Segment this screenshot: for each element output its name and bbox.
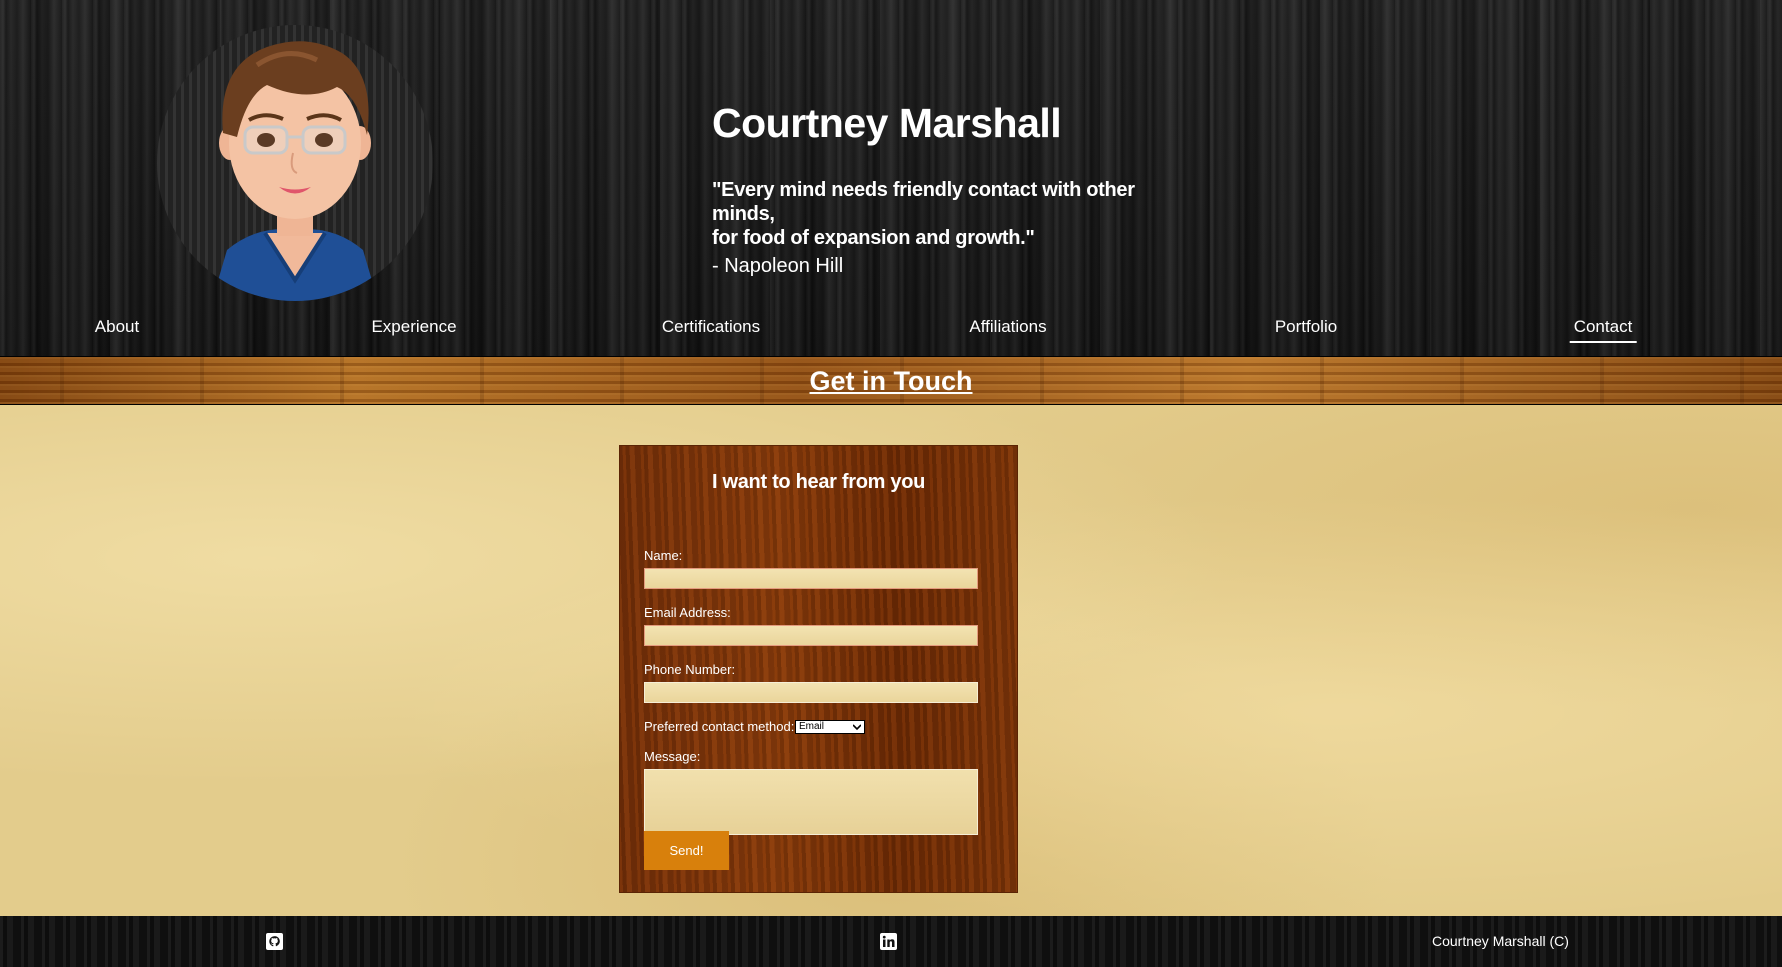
nav-item-experience[interactable]: Experience xyxy=(371,317,456,337)
github-icon[interactable] xyxy=(266,933,283,950)
email-field[interactable] xyxy=(644,625,978,646)
nav-item-affiliations[interactable]: Affiliations xyxy=(969,317,1046,337)
send-button[interactable]: Send! xyxy=(644,831,729,870)
main-content: I want to hear from you Name: Email Addr… xyxy=(0,405,1782,916)
section-title: Get in Touch xyxy=(809,366,973,396)
contact-method-value: Email xyxy=(799,721,825,732)
form-title: I want to hear from you xyxy=(711,471,926,493)
nav-item-certifications[interactable]: Certifications xyxy=(662,317,760,337)
phone-label: Phone Number: xyxy=(644,662,736,677)
nav-item-contact[interactable]: Contact xyxy=(1569,317,1637,343)
avatar xyxy=(157,25,433,301)
quote-author: - Napoleon Hill xyxy=(712,255,844,277)
contact-method-label: Preferred contact method: xyxy=(644,719,795,734)
name-field[interactable] xyxy=(644,568,978,589)
message-field[interactable] xyxy=(644,769,978,835)
email-label: Email Address: xyxy=(644,605,731,620)
hero-quote: "Every mind needs friendly contact with … xyxy=(712,178,1182,250)
nav-item-portfolio[interactable]: Portfolio xyxy=(1275,317,1337,337)
message-label: Message: xyxy=(644,749,701,764)
phone-field[interactable] xyxy=(644,682,978,703)
cartoon-avatar-icon xyxy=(212,41,378,301)
linkedin-icon[interactable] xyxy=(880,933,897,950)
section-title-bar: Get in Touch xyxy=(0,356,1782,405)
main-nav: About Experience Certifications Affiliat… xyxy=(0,313,1782,343)
name-label: Name: xyxy=(644,548,683,563)
contact-method-select[interactable]: Email xyxy=(795,720,865,734)
site-footer: Courtney Marshall (C) xyxy=(0,916,1782,967)
chevron-down-icon xyxy=(853,724,861,731)
copyright-text: Courtney Marshall (C) xyxy=(1432,933,1569,949)
nav-item-about[interactable]: About xyxy=(95,317,139,337)
page-title: Courtney Marshall xyxy=(712,100,1062,146)
site-header: Courtney Marshall "Every mind needs frie… xyxy=(0,0,1782,356)
quote-line-1: "Every mind needs friendly contact with … xyxy=(712,179,1135,225)
contact-form: I want to hear from you Name: Email Addr… xyxy=(619,445,1018,893)
quote-line-2: for food of expansion and growth." xyxy=(712,227,1035,249)
